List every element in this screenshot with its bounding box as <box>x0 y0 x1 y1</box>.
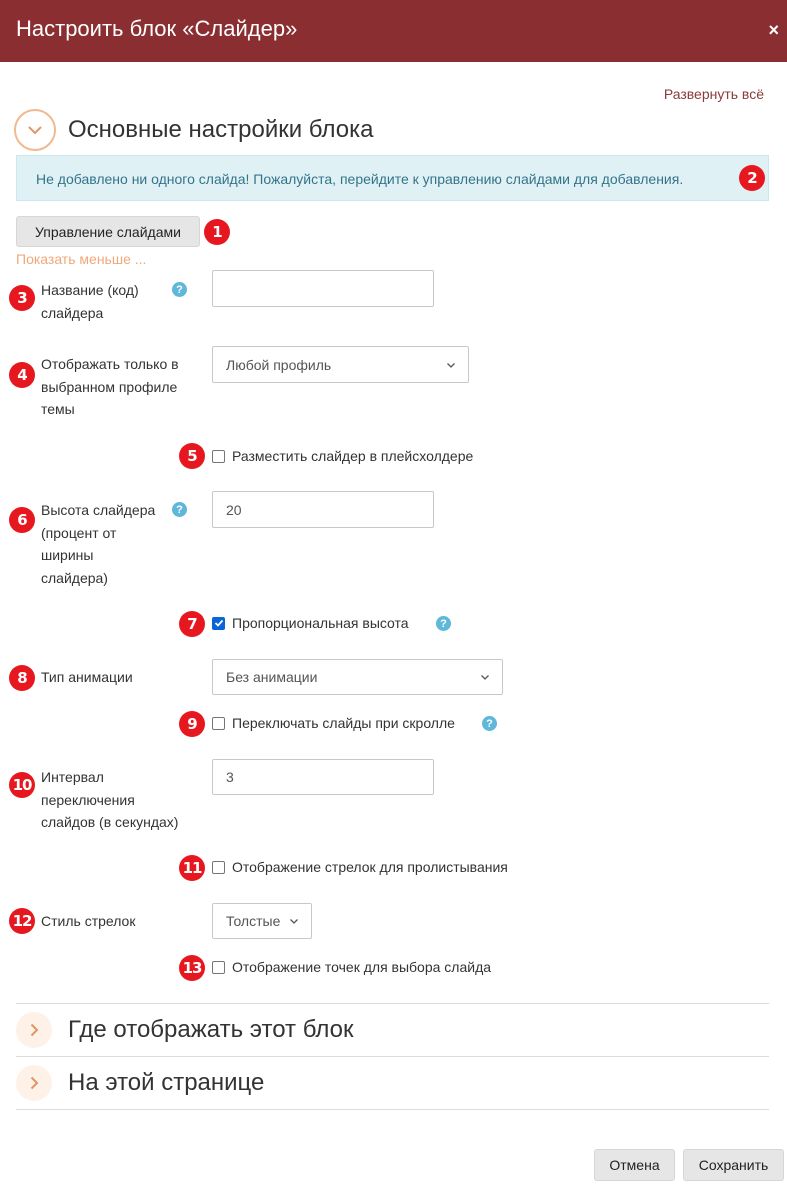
arrows-checkbox-row[interactable]: Отображение стрелок для пролистывания <box>212 859 508 875</box>
annotation-badge-12: 12 <box>9 908 35 934</box>
annotation-badge-1: 1 <box>204 219 230 245</box>
animation-select-value: Без анимации <box>226 669 318 685</box>
section-divider <box>16 1109 769 1110</box>
section-divider <box>16 1003 769 1004</box>
arrows-checkbox[interactable] <box>212 860 225 874</box>
cancel-button[interactable]: Отмена <box>594 1149 675 1181</box>
placeholder-checkbox-label: Разместить слайдер в плейсхолдере <box>232 448 474 464</box>
label-line: (процент от <box>41 524 117 541</box>
height-label: Высота слайдера (процент от ширины слайд… <box>41 499 155 589</box>
chevron-down-icon[interactable] <box>14 109 56 151</box>
close-icon[interactable]: × <box>768 20 779 40</box>
arrow-style-select-value: Толстые <box>226 913 281 929</box>
section-main-header[interactable]: Основные настройки блока <box>14 109 373 151</box>
annotation-badge-13: 13 <box>179 955 205 981</box>
section-divider <box>16 1056 769 1057</box>
section-this-page-title: На этой странице <box>68 1069 265 1096</box>
placeholder-checkbox-row[interactable]: Разместить слайдер в плейсхолдере <box>212 448 473 464</box>
label-line: слайдов (в секундах) <box>41 814 179 830</box>
help-icon[interactable]: ? <box>436 616 451 631</box>
check-icon <box>214 619 223 627</box>
scroll-switch-checkbox[interactable] <box>212 716 225 730</box>
help-icon[interactable]: ? <box>172 502 187 517</box>
scroll-switch-checkbox-row[interactable]: Переключать слайды при скролле <box>212 715 455 731</box>
chevron-right-icon[interactable] <box>16 1065 52 1101</box>
label-line: Высота слайдера <box>41 502 156 518</box>
annotation-badge-3: 3 <box>9 285 35 311</box>
label-line: Название (код) <box>41 282 139 298</box>
dots-checkbox-label: Отображение точек для выбора слайда <box>232 959 492 975</box>
profile-select-value: Любой профиль <box>226 356 332 373</box>
section-where-title: Где отображать этот блок <box>68 1016 354 1043</box>
slider-name-input[interactable] <box>212 270 434 307</box>
animation-select[interactable]: Без анимации <box>212 659 503 695</box>
placeholder-checkbox[interactable] <box>212 449 225 463</box>
annotation-badge-7: 7 <box>179 611 205 637</box>
manage-slides-button[interactable]: Управление слайдами <box>16 216 200 247</box>
interval-input[interactable]: 3 <box>212 759 434 795</box>
section-where-header[interactable]: Где отображать этот блок <box>16 1012 354 1048</box>
annotation-badge-4: 4 <box>9 362 35 388</box>
save-button[interactable]: Сохранить <box>683 1149 784 1181</box>
chevron-down-icon <box>290 919 298 924</box>
annotation-badge-11: 11 <box>179 855 205 881</box>
label-line: ширины <box>41 547 94 563</box>
interval-label: Интервал переключения слайдов (в секунда… <box>41 766 178 834</box>
chevron-right-icon[interactable] <box>16 1012 52 1048</box>
dots-checkbox-row[interactable]: Отображение точек для выбора слайда <box>212 959 491 975</box>
dots-checkbox[interactable] <box>212 960 225 974</box>
proportional-checkbox-row[interactable]: Пропорциональная высота <box>212 615 409 631</box>
proportional-checkbox[interactable] <box>212 616 225 630</box>
label-line: Интервал <box>41 769 104 785</box>
slider-name-label: Название (код) слайдера <box>41 279 139 324</box>
modal-title: Настроить блок «Слайдер» <box>16 16 298 41</box>
annotation-badge-2: 2 <box>739 165 765 191</box>
help-icon[interactable]: ? <box>482 716 497 731</box>
arrow-style-select[interactable]: Толстые <box>212 903 312 939</box>
label-line: слайдера <box>41 304 104 321</box>
scroll-switch-checkbox-label: Переключать слайды при скролле <box>232 715 455 731</box>
arrow-style-label: Стиль стрелок <box>41 913 136 929</box>
section-main-title: Основные настройки блока <box>68 116 374 143</box>
label-line: темы <box>41 401 75 417</box>
no-slides-alert: Не добавлено ни одного слайда! Пожалуйст… <box>16 155 769 201</box>
label-line: Отображать только в <box>41 356 179 372</box>
modal-header: Настроить блок «Слайдер» × <box>0 0 787 62</box>
height-input[interactable]: 20 <box>212 491 434 528</box>
expand-all-link[interactable]: Развернуть всё <box>664 86 764 102</box>
annotation-badge-8: 8 <box>9 665 35 691</box>
annotation-badge-5: 5 <box>179 443 205 469</box>
alert-text: Не добавлено ни одного слайда! Пожалуйст… <box>36 171 684 187</box>
annotation-badge-10: 10 <box>9 772 35 798</box>
label-line: переключения <box>41 791 135 808</box>
annotation-badge-6: 6 <box>9 507 35 533</box>
chevron-down-icon <box>447 362 455 368</box>
annotation-badge-9: 9 <box>179 711 205 737</box>
label-line: выбранном профиле <box>41 378 178 395</box>
show-less-link[interactable]: Показать меньше ... <box>16 251 146 267</box>
profile-label: Отображать только в выбранном профиле те… <box>41 353 179 421</box>
help-icon[interactable]: ? <box>172 282 187 297</box>
chevron-down-icon <box>481 675 489 680</box>
label-line: слайдера) <box>41 569 108 586</box>
profile-select[interactable]: Любой профиль <box>212 346 469 383</box>
proportional-checkbox-label: Пропорциональная высота <box>232 615 409 631</box>
animation-label: Тип анимации <box>41 669 133 685</box>
section-this-page-header[interactable]: На этой странице <box>16 1065 264 1101</box>
arrows-checkbox-label: Отображение стрелок для пролистывания <box>232 859 508 875</box>
